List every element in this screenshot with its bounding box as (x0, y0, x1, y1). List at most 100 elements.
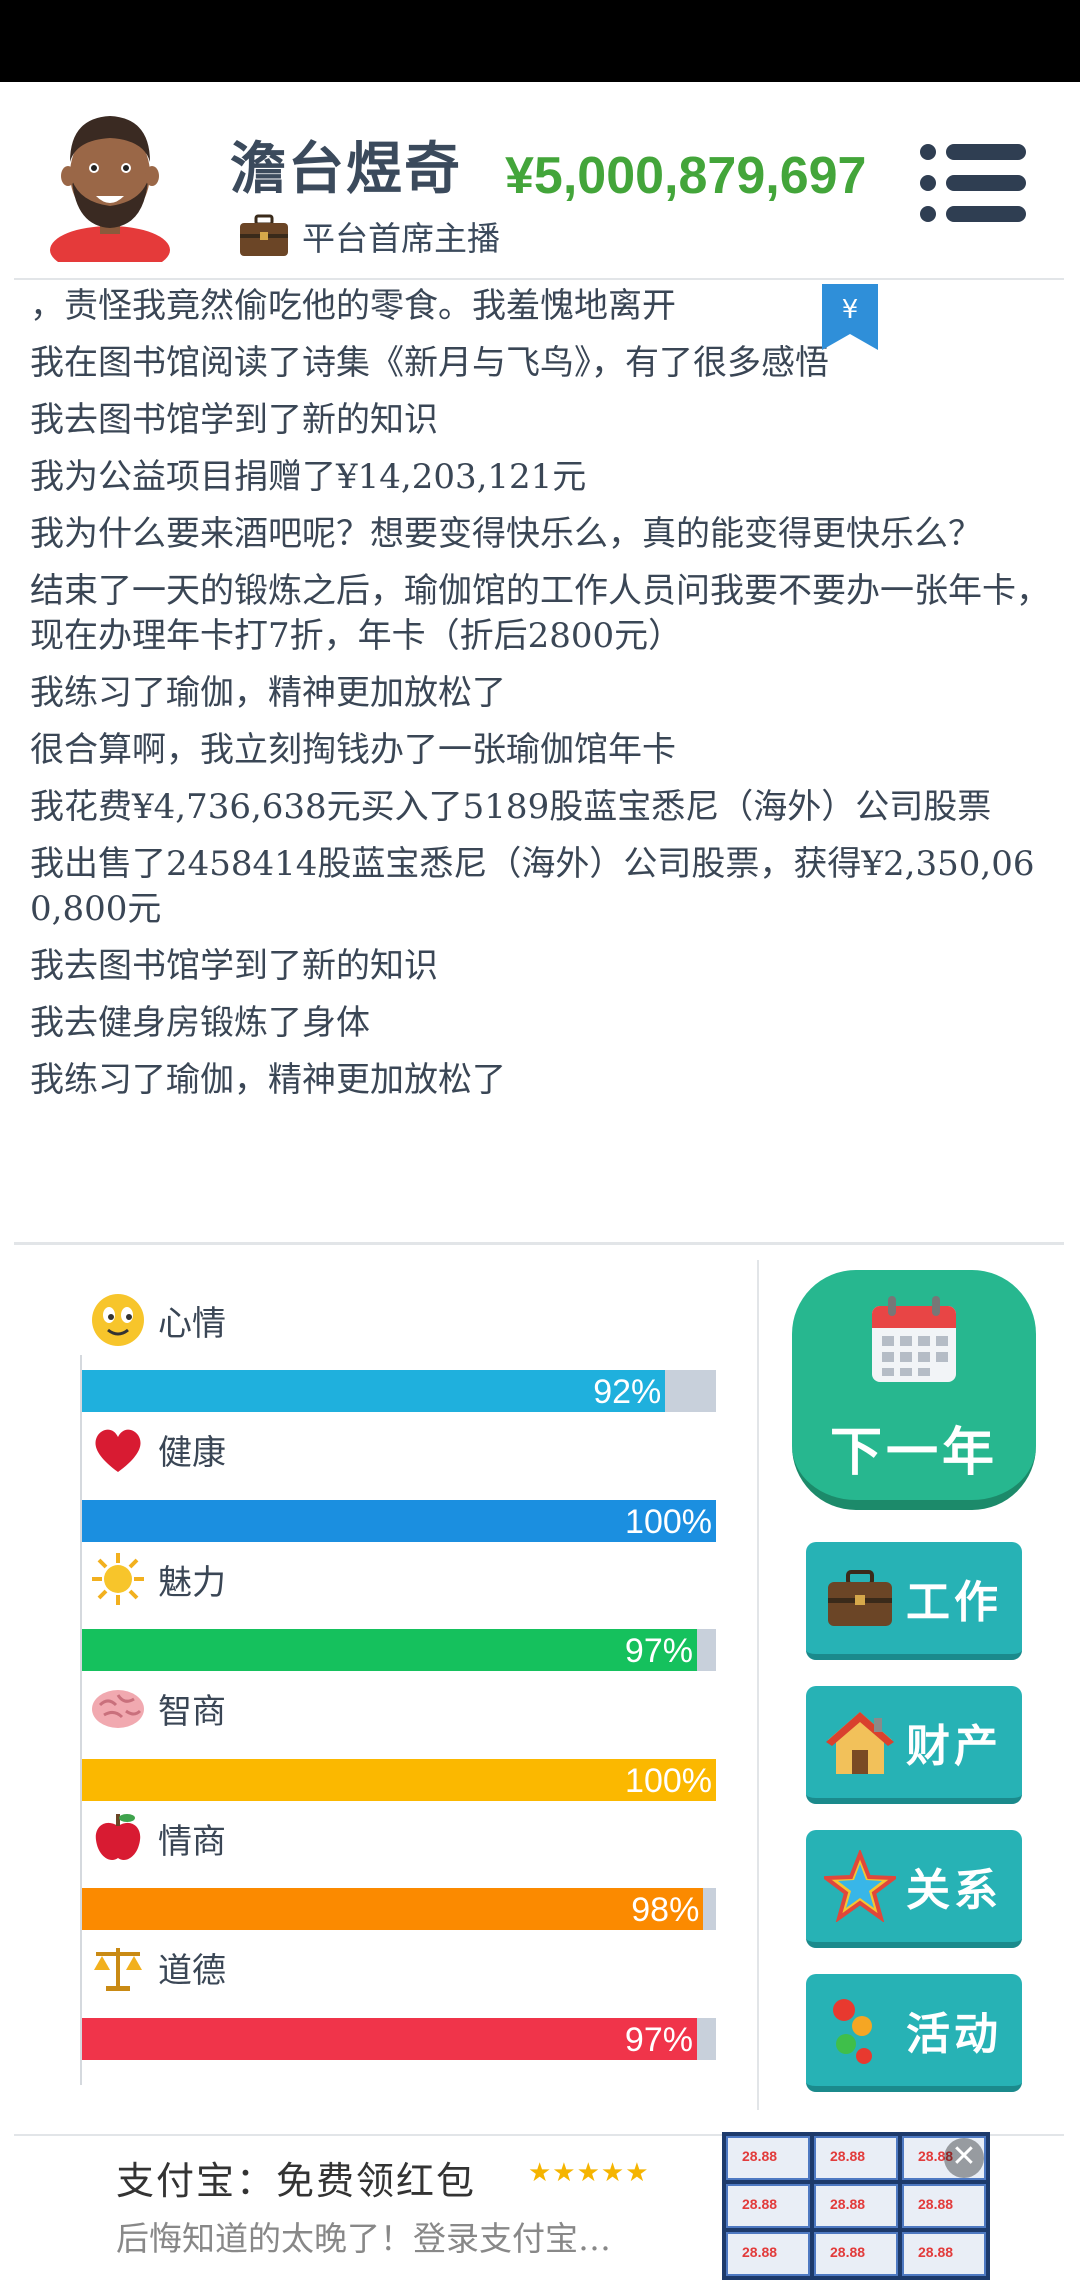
stat-label: 心情 (158, 1303, 226, 1344)
ad-thumb-amount: 28.88 (742, 2148, 778, 2164)
scales-icon (90, 1940, 146, 1996)
brain-icon (90, 1681, 146, 1737)
stat-bar-fill: 92% (82, 1370, 666, 1412)
log-entry: 我去健身房锻炼了身体 (30, 1003, 370, 1043)
event-log[interactable]: ，责怪我竟然偷吃他的零食。我羞愧地离开我在图书馆阅读了诗集《新月与飞鸟》，有了很… (30, 284, 1055, 1174)
job-title: 平台首席主播 (302, 219, 500, 258)
heart-icon (90, 1422, 146, 1478)
log-entry: 我练习了瑜伽，精神更加放松了 (30, 1060, 506, 1100)
stat-bar-fill: 97% (82, 2017, 697, 2060)
log-entry: ，责怪我竟然偷吃他的零食。我羞愧地离开 (30, 286, 676, 326)
activities-label: 活动 (906, 2009, 1002, 2060)
briefcase-icon (828, 1570, 892, 1626)
stat-bar-track: 100% (82, 1499, 716, 1542)
ad-thumb-amount: 28.88 (918, 2196, 954, 2212)
house-icon (826, 1712, 894, 1774)
log-entry: 我去图书馆学到了新的知识 (30, 400, 438, 440)
stat-bar-track: 98% (82, 1888, 716, 1930)
ad-thumb-cell: 28.88 (814, 2136, 898, 2180)
stat-header: 智商 (90, 1679, 226, 1739)
stat-header: 情商 (90, 1808, 226, 1868)
stat-bar-track: 97% (82, 2017, 716, 2060)
stat-header: 道德 (90, 1938, 226, 1998)
ad-thumb-amount: 28.88 (742, 2244, 778, 2260)
yen-bookmark-icon[interactable]: ¥ (822, 284, 878, 350)
stat-percent: 97% (624, 1632, 693, 1670)
sun-icon (90, 1551, 146, 1607)
stats-panel: 心情 92% 健康 100% 魅力 97% 智商 100% 情商 98% 道德 97% (80, 1290, 720, 2067)
ad-thumb-amount: 28.88 (830, 2244, 866, 2260)
relations-button[interactable]: 关系 (806, 1830, 1022, 1948)
menu-icon[interactable] (918, 140, 1026, 226)
stat-label: 健康 (158, 1433, 226, 1473)
header-divider (14, 278, 1064, 280)
ad-thumb-cell: 28.88 (726, 2232, 810, 2276)
status-bar (0, 0, 1080, 82)
player-header: 澹台煜奇 ¥5,000,879,697 平台首席主播 (0, 82, 1080, 280)
work-label: 工作 (906, 1577, 1002, 1628)
log-entry: 我花费¥4,736,638元买入了5189股蓝宝悉尼（海外）公司股票 (30, 787, 992, 827)
ad-close-icon[interactable]: ✕ (944, 2138, 984, 2178)
stat-percent: 97% (624, 2020, 693, 2059)
player-avatar[interactable] (40, 102, 180, 262)
ad-thumb-cell: 28.88 (814, 2184, 898, 2228)
ad-thumb-cell: 28.88 (726, 2184, 810, 2228)
stat-row: 智商 100% (80, 1679, 720, 1809)
log-entry: 结束了一天的锻炼之后，瑜伽馆的工作人员问我要不要办一张年卡，现在办理年卡打7折，… (30, 571, 1050, 656)
stat-label: 魅力 (158, 1562, 226, 1603)
stat-percent: 100% (625, 1502, 712, 1541)
job-row: 平台首席主播 (238, 212, 500, 260)
property-label: 财产 (906, 1721, 1002, 1772)
next-year-button[interactable]: 下一年 (792, 1270, 1036, 1510)
log-entry: 我出售了2458414股蓝宝悉尼（海外）公司股票，获得¥2,350,060,80… (30, 844, 1035, 929)
log-entry: 很合算啊，我立刻掏钱办了一张瑜伽馆年卡 (30, 730, 676, 770)
calendar-icon (872, 1296, 956, 1382)
ad-thumb-amount: 28.88 (830, 2196, 866, 2212)
activity-dots-icon (833, 1999, 872, 2064)
ad-title[interactable]: 支付宝：免费领红包 (116, 2150, 476, 2205)
ad-description[interactable]: 后悔知道的太晚了！登录支付宝… (116, 2212, 611, 2260)
ad-rating-stars: ★★★★★ (528, 2158, 650, 2188)
stat-bar-fill: 98% (82, 1888, 704, 1930)
next-year-label: 下一年 (829, 1422, 998, 1483)
log-entry: 我练习了瑜伽，精神更加放松了 (30, 673, 506, 713)
ad-thumb-amount: 28.88 (742, 2196, 778, 2212)
stat-bar-track: 97% (82, 1629, 716, 1671)
stat-row: 健康 100% (80, 1420, 720, 1550)
money-balance: ¥5,000,879,697 (505, 147, 867, 205)
property-button[interactable]: 财产 (806, 1686, 1022, 1804)
stat-bar-fill: 100% (82, 1499, 716, 1542)
ad-thumb-cell: 28.88 (902, 2184, 986, 2228)
work-button[interactable]: 工作 (806, 1542, 1022, 1660)
log-entry: 我为公益项目捐赠了¥14,203,121元 (30, 457, 587, 497)
activities-button[interactable]: 活动 (806, 1974, 1022, 2092)
briefcase-icon (240, 214, 288, 256)
stat-row: 魅力 97% (80, 1549, 720, 1679)
ad-thumb-cell: 28.88 (814, 2232, 898, 2276)
stat-row: 情商 98% (80, 1808, 720, 1938)
stat-percent: 100% (625, 1761, 712, 1800)
log-divider (14, 1242, 1064, 1245)
stat-label: 智商 (158, 1692, 226, 1732)
ad-thumb-amount: 28.88 (830, 2148, 866, 2164)
stat-row: 道德 97% (80, 1938, 720, 2068)
stat-label: 情商 (158, 1821, 226, 1862)
apple-icon (90, 1810, 146, 1866)
smiley-icon (90, 1292, 146, 1348)
stat-header: 心情 (90, 1290, 226, 1350)
stat-bar-track: 92% (82, 1370, 716, 1412)
stat-label: 道德 (158, 1951, 226, 1991)
stat-header: 健康 (90, 1420, 226, 1480)
log-entry: 我在图书馆阅读了诗集《新月与飞鸟》，有了很多感悟 (30, 343, 829, 383)
ad-thumb-cell: 28.88 (902, 2232, 986, 2276)
stat-header: 魅力 (90, 1549, 226, 1609)
player-name: 澹台煜奇 (230, 136, 462, 202)
star-icon (824, 1850, 896, 1922)
stat-row: 心情 92% (80, 1290, 720, 1420)
stat-bar-fill: 97% (82, 1629, 697, 1671)
log-entry: 我为什么要来酒吧呢？想要变得快乐么，真的能变得更快乐么？ (30, 514, 982, 554)
ad-thumb-cell: 28.88 (726, 2136, 810, 2180)
panel-separator (757, 1260, 759, 2110)
ad-thumb-amount: 28.88 (918, 2244, 954, 2260)
stat-percent: 98% (631, 1891, 700, 1929)
